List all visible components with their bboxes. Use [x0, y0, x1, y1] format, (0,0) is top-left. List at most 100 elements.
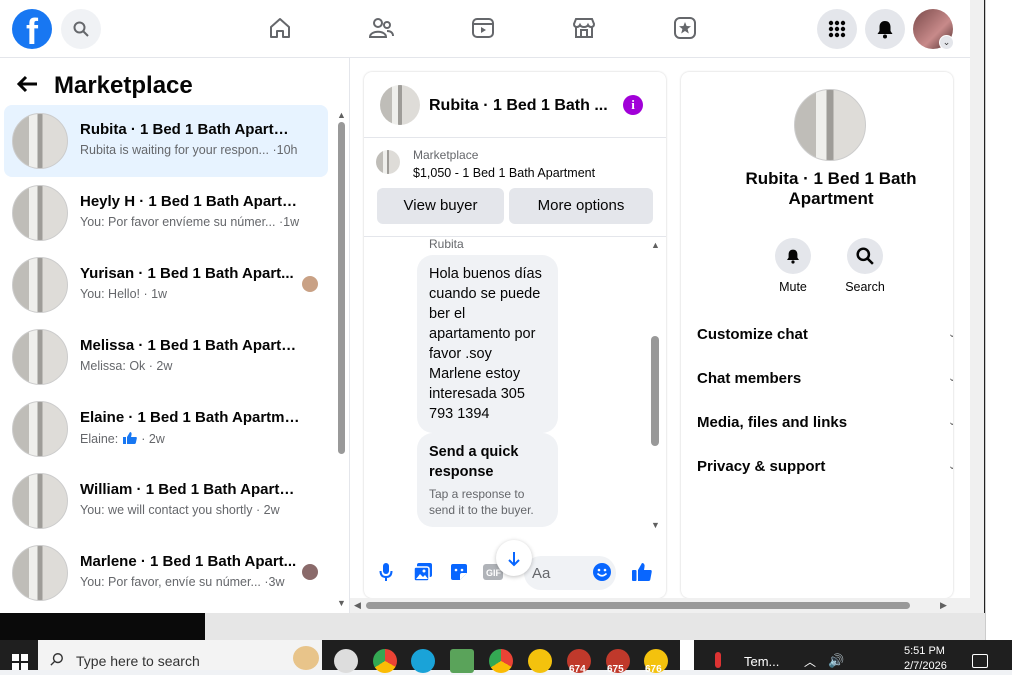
home-icon[interactable]	[266, 14, 294, 42]
conversation-item[interactable]: Yurisan · 1 Bed 1 Bath Apart... You: Hel…	[4, 249, 328, 321]
quick-response-card[interactable]: Send a quick response Tap a response to …	[417, 433, 558, 527]
menu-grid-icon	[828, 20, 846, 38]
gaming-icon[interactable]	[671, 14, 699, 42]
notifications-center-icon[interactable]	[972, 654, 988, 668]
listing-thumbnail	[12, 545, 68, 601]
clock-time[interactable]: 5:51 PM	[904, 645, 945, 657]
pizza-icon	[293, 646, 319, 670]
conversation-item[interactable]: William · 1 Bed 1 Bath Apartment You: we…	[4, 465, 328, 537]
listing-thumbnail	[12, 329, 68, 385]
windows-start-icon[interactable]	[12, 654, 28, 675]
details-title: Rubita · 1 Bed 1 Bath Apartment	[745, 169, 917, 208]
chrome-icon[interactable]	[373, 649, 397, 673]
back-arrow-icon[interactable]	[16, 72, 40, 100]
search-label: Search	[845, 280, 885, 294]
marketplace-icon[interactable]	[570, 14, 598, 42]
conversation-title: Marlene · 1 Bed 1 Bath Apart...	[80, 553, 297, 570]
quick-response-title: Send a quick response	[429, 444, 519, 480]
taskbar-search[interactable]: Type here to search	[38, 640, 322, 670]
sidebar-scrollbar[interactable]: ▲ ▼	[336, 110, 346, 610]
search-button[interactable]	[61, 9, 101, 49]
conversation-item[interactable]: Rubita · 1 Bed 1 Bath Apartment Rubita i…	[4, 105, 328, 177]
chevron-down-icon[interactable]: ⌄	[948, 373, 953, 384]
conversation-item[interactable]: Elaine · 1 Bed 1 Bath Apartment Elaine: …	[4, 393, 328, 465]
windows-taskbar: Type here to search 674 675 676 Tem... ︿…	[0, 640, 1012, 675]
scrollbar-thumb[interactable]	[366, 602, 910, 609]
conversation-title: Melissa · 1 Bed 1 Bath Apartment	[80, 337, 300, 354]
message-thread: Rubita Hola buenos días cuando se puede …	[364, 237, 666, 537]
tray-chevron-up-icon[interactable]: ︿	[804, 653, 816, 670]
scroll-right-arrow[interactable]: ▶	[940, 600, 947, 611]
chevron-down-icon[interactable]: ⌄	[948, 329, 953, 340]
search-in-chat-button[interactable]: Search	[835, 238, 895, 294]
friends-icon[interactable]	[367, 14, 395, 42]
app-icon[interactable]	[450, 649, 474, 673]
listing-thumbnail[interactable]	[380, 85, 420, 125]
app-icon[interactable]	[334, 649, 358, 673]
listing-thumbnail	[12, 185, 68, 241]
scroll-left-arrow[interactable]: ◀	[354, 600, 361, 611]
message-input-placeholder: Aa	[532, 565, 551, 582]
scroll-up-arrow[interactable]: ▲	[651, 240, 660, 250]
privacy-support-item[interactable]: Privacy & support	[697, 458, 825, 475]
chat-title[interactable]: Rubita · 1 Bed 1 Bath ...	[429, 97, 614, 115]
more-options-button[interactable]: More options	[509, 188, 653, 224]
chrome-profile-icon[interactable]	[489, 649, 513, 673]
info-icon[interactable]: i	[623, 95, 643, 115]
bell-icon	[877, 21, 893, 39]
facebook-logo[interactable]: f	[12, 9, 52, 49]
scrollbar-thumb[interactable]	[651, 336, 659, 446]
message-bubble: Hola buenos días cuando se puede ber el …	[417, 255, 558, 433]
scrollbar-thumb[interactable]	[338, 122, 345, 454]
conversation-item[interactable]: Heyly H · 1 Bed 1 Bath Apartment You: Po…	[4, 177, 328, 249]
sticker-icon[interactable]	[448, 561, 470, 583]
horizontal-scrollbar[interactable]: ◀ ▶	[350, 598, 970, 613]
details-panel: Rubita · 1 Bed 1 Bath Apartment Mute Sea…	[681, 72, 953, 598]
listing-thumbnail	[376, 150, 400, 174]
app-icon[interactable]	[411, 649, 435, 673]
weather-text[interactable]: Tem...	[744, 654, 779, 669]
chevron-down-icon[interactable]: ⌄	[948, 417, 953, 428]
menu-button[interactable]	[817, 9, 857, 49]
bell-icon	[775, 238, 811, 274]
search-icon	[50, 653, 63, 666]
sender-name: Rubita	[429, 237, 464, 251]
preview-time: · 2w	[141, 432, 165, 446]
customize-chat-item[interactable]: Customize chat	[697, 326, 808, 343]
thread-scrollbar[interactable]: ▲ ▼	[650, 240, 660, 530]
conversation-preview: Rubita is waiting for your respon... ·10…	[80, 143, 298, 157]
scroll-down-arrow[interactable]: ▼	[337, 598, 346, 608]
watch-icon[interactable]	[469, 14, 497, 42]
notifications-button[interactable]	[865, 9, 905, 49]
photo-icon[interactable]	[412, 561, 434, 583]
desktop-gap	[205, 613, 985, 640]
window-scrollbar-track	[970, 0, 985, 613]
chevron-down-icon[interactable]: ⌄	[939, 35, 954, 50]
conversation-item[interactable]: Melissa · 1 Bed 1 Bath Apartment Melissa…	[4, 321, 328, 393]
microphone-icon[interactable]	[375, 561, 397, 583]
thermometer-icon	[715, 652, 721, 668]
scroll-down-arrow[interactable]: ▼	[651, 520, 660, 530]
scroll-up-arrow[interactable]: ▲	[337, 110, 346, 120]
conversation-sidebar: Marketplace Rubita · 1 Bed 1 Bath Apartm…	[0, 58, 350, 613]
emoji-icon[interactable]	[591, 561, 613, 583]
chat-panel: Rubita · 1 Bed 1 Bath ... i Marketplace …	[364, 72, 666, 598]
view-buyer-button[interactable]: View buyer	[377, 188, 504, 224]
speaker-icon[interactable]: 🔊	[828, 653, 844, 669]
listing-source: Marketplace	[413, 148, 479, 162]
listing-thumbnail	[12, 401, 68, 457]
chat-members-item[interactable]: Chat members	[697, 370, 801, 387]
app-icon[interactable]	[528, 649, 552, 673]
chevron-down-icon[interactable]: ⌄	[948, 461, 953, 472]
top-navigation: f ⌄	[0, 0, 970, 58]
clock-date[interactable]: 2/7/2026	[904, 660, 947, 672]
media-files-links-item[interactable]: Media, files and links	[697, 414, 847, 431]
like-icon[interactable]	[631, 561, 653, 583]
conversation-preview: You: Por favor, envíe su númer... ·3w	[80, 575, 285, 589]
conversation-item[interactable]: Marlene · 1 Bed 1 Bath Apart... You: Por…	[4, 537, 328, 609]
arrow-down-icon	[508, 552, 520, 567]
scroll-to-bottom-button[interactable]	[496, 540, 532, 576]
thumbs-up-icon	[122, 432, 137, 444]
conversation-title: Heyly H · 1 Bed 1 Bath Apartment	[80, 193, 300, 210]
mute-button[interactable]: Mute	[763, 238, 823, 294]
